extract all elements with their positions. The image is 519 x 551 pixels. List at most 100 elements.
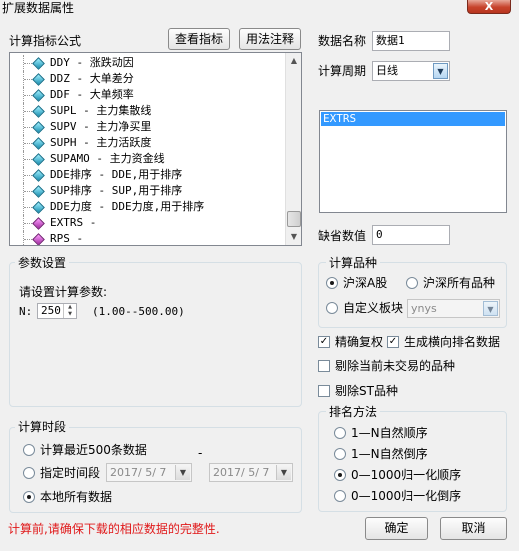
rank-opt4-label: 0—1000归一化倒序 <box>351 489 462 503</box>
end-date: 2017/ 5/ 7 <box>213 466 270 479</box>
default-value-input[interactable]: 0 <box>372 225 450 245</box>
formula-diamond-icon <box>32 121 45 134</box>
radio-all-variety[interactable] <box>406 277 418 289</box>
radio-recent[interactable] <box>23 444 35 456</box>
spinner-arrows[interactable]: ▲ ▼ <box>63 304 76 318</box>
tree-item[interactable]: SUPL - 主力集散线 <box>10 103 286 119</box>
tree-item[interactable]: SUPAMO - 主力资金线 <box>10 151 286 167</box>
params-group-title: 参数设置 <box>15 256 70 270</box>
tree-item[interactable]: DDZ - 大单差分 <box>10 71 286 87</box>
tree-item-label: RPS - <box>50 232 84 245</box>
scroll-thumb[interactable] <box>287 211 301 227</box>
tree-item-label: DDY - 涨跌动因 <box>50 56 134 69</box>
radio-rank-1[interactable] <box>334 427 346 439</box>
tree-item[interactable]: SUP排序 - SUP,用于排序 <box>10 183 286 199</box>
checkbox-exclude-untraded[interactable] <box>318 360 330 372</box>
period-select[interactable]: 日线 ▼ <box>372 61 450 81</box>
spin-up-icon[interactable]: ▲ <box>64 304 76 311</box>
close-icon: X <box>484 0 494 13</box>
tree-item[interactable]: DDY - 涨跌动因 <box>10 55 286 71</box>
tree-item[interactable]: SUPH - 主力活跃度 <box>10 135 286 151</box>
checkbox-exclude-st[interactable] <box>318 385 330 397</box>
end-date-picker[interactable]: 2017/ 5/ 7 ▼ <box>209 463 293 482</box>
n-label: N: <box>19 305 33 318</box>
radio-custom-block[interactable] <box>326 302 338 314</box>
start-date: 2017/ 5/ 7 <box>110 466 167 479</box>
window-title: 扩展数据属性 <box>2 1 75 15</box>
formula-diamond-icon <box>32 169 45 182</box>
tree-item[interactable]: DDE力度 - DDE力度,用于排序 <box>10 199 286 215</box>
recent-label: 计算最近500条数据 <box>40 443 147 457</box>
tree-item[interactable]: EXTRS - <box>10 215 286 231</box>
view-indicator-button[interactable]: 查看指标 <box>168 28 230 50</box>
close-button[interactable]: X <box>467 0 511 14</box>
usage-notes-button[interactable]: 用法注释 <box>239 28 301 50</box>
list-item[interactable]: EXTRS <box>321 112 505 126</box>
checkbox-precise-fq[interactable]: ✓ <box>318 336 330 348</box>
calc-range-group-title: 计算时段 <box>15 420 70 434</box>
checkbox-gen-rank[interactable]: ✓ <box>387 336 399 348</box>
sh-a-label: 沪深A股 <box>343 276 388 290</box>
period-label: 计算周期 <box>318 64 367 78</box>
rank-opt2-label: 1—N自然倒序 <box>351 447 428 461</box>
tree-item[interactable]: RPS - <box>10 231 286 245</box>
data-listbox[interactable]: EXTRS <box>319 110 507 213</box>
period-range-label: 指定时间段 <box>40 466 101 480</box>
ok-button[interactable]: 确定 <box>365 517 428 540</box>
chevron-down-icon[interactable]: ▼ <box>433 63 448 79</box>
formula-diamond-icon <box>32 233 45 245</box>
n-range: (1.00--500.00) <box>92 305 185 318</box>
tree-item-label: SUP排序 - SUP,用于排序 <box>50 184 183 197</box>
data-name-input[interactable]: 数据1 <box>372 31 450 51</box>
check-icon: ✓ <box>388 336 398 347</box>
radio-rank-3[interactable] <box>334 469 346 481</box>
n-value: 250 <box>41 304 61 317</box>
formula-diamond-icon <box>32 217 45 230</box>
tree-item-label: DDZ - 大单差分 <box>50 72 134 85</box>
radio-rank-4[interactable] <box>334 490 346 502</box>
cancel-button[interactable]: 取消 <box>440 517 507 540</box>
default-value-label: 缺省数值 <box>318 229 367 243</box>
tree-item[interactable]: DDF - 大单频率 <box>10 87 286 103</box>
gen-rank-label: 生成横向排名数据 <box>404 335 501 349</box>
radio-rank-2[interactable] <box>334 448 346 460</box>
formula-diamond-icon <box>32 73 45 86</box>
tree-item-label: SUPH - 主力活跃度 <box>50 136 152 149</box>
scroll-down-icon[interactable]: ▼ <box>286 229 302 245</box>
custom-block-select[interactable]: ynys ▼ <box>407 299 500 318</box>
tree-item-label: EXTRS - <box>50 216 97 229</box>
radio-all-local[interactable] <box>23 491 35 503</box>
tree-item-label: DDE排序 - DDE,用于排序 <box>50 168 183 181</box>
exclude-untraded-label: 剔除当前未交易的品种 <box>335 359 456 373</box>
params-group <box>9 262 302 407</box>
custom-block-label: 自定义板块 <box>343 301 404 315</box>
radio-period[interactable] <box>23 467 35 479</box>
tree-item-label: SUPAMO - 主力资金线 <box>50 152 165 165</box>
range-dash: - <box>198 446 203 460</box>
formula-tree[interactable]: DDY - 涨跌动因 DDZ - 大单差分 DDF - 大单频率 SUPL - 主力集… <box>9 52 302 246</box>
tree-item[interactable]: DDE排序 - DDE,用于排序 <box>10 167 286 183</box>
tree-item[interactable]: SUPV - 主力净买里 <box>10 119 286 135</box>
radio-sh-a[interactable] <box>326 277 338 289</box>
formula-diamond-icon <box>32 105 45 118</box>
scroll-up-icon[interactable]: ▲ <box>286 53 302 69</box>
formula-diamond-icon <box>32 57 45 70</box>
params-prompt: 请设置计算参数: <box>19 285 108 299</box>
formula-diamond-icon <box>32 137 45 150</box>
chevron-down-icon[interactable]: ▼ <box>175 465 190 480</box>
tree-item-label: SUPL - 主力集散线 <box>50 104 152 117</box>
formula-scrollbar[interactable]: ▲ ▼ <box>285 53 301 245</box>
warning-text: 计算前,请确保下载的相应数据的完整性. <box>8 522 220 536</box>
tree-item-label: SUPV - 主力净买里 <box>50 120 152 133</box>
spin-down-icon[interactable]: ▼ <box>64 311 76 318</box>
variety-group <box>318 262 507 328</box>
chevron-down-icon[interactable]: ▼ <box>483 301 498 316</box>
custom-block-value: ynys <box>411 302 437 315</box>
formula-diamond-icon <box>32 185 45 198</box>
chevron-down-icon[interactable]: ▼ <box>276 465 291 480</box>
variety-group-title: 计算品种 <box>326 256 381 270</box>
start-date-picker[interactable]: 2017/ 5/ 7 ▼ <box>106 463 192 482</box>
title-bar: 扩展数据属性 X <box>0 0 519 16</box>
check-icon: ✓ <box>319 336 329 347</box>
formula-diamond-icon <box>32 201 45 214</box>
